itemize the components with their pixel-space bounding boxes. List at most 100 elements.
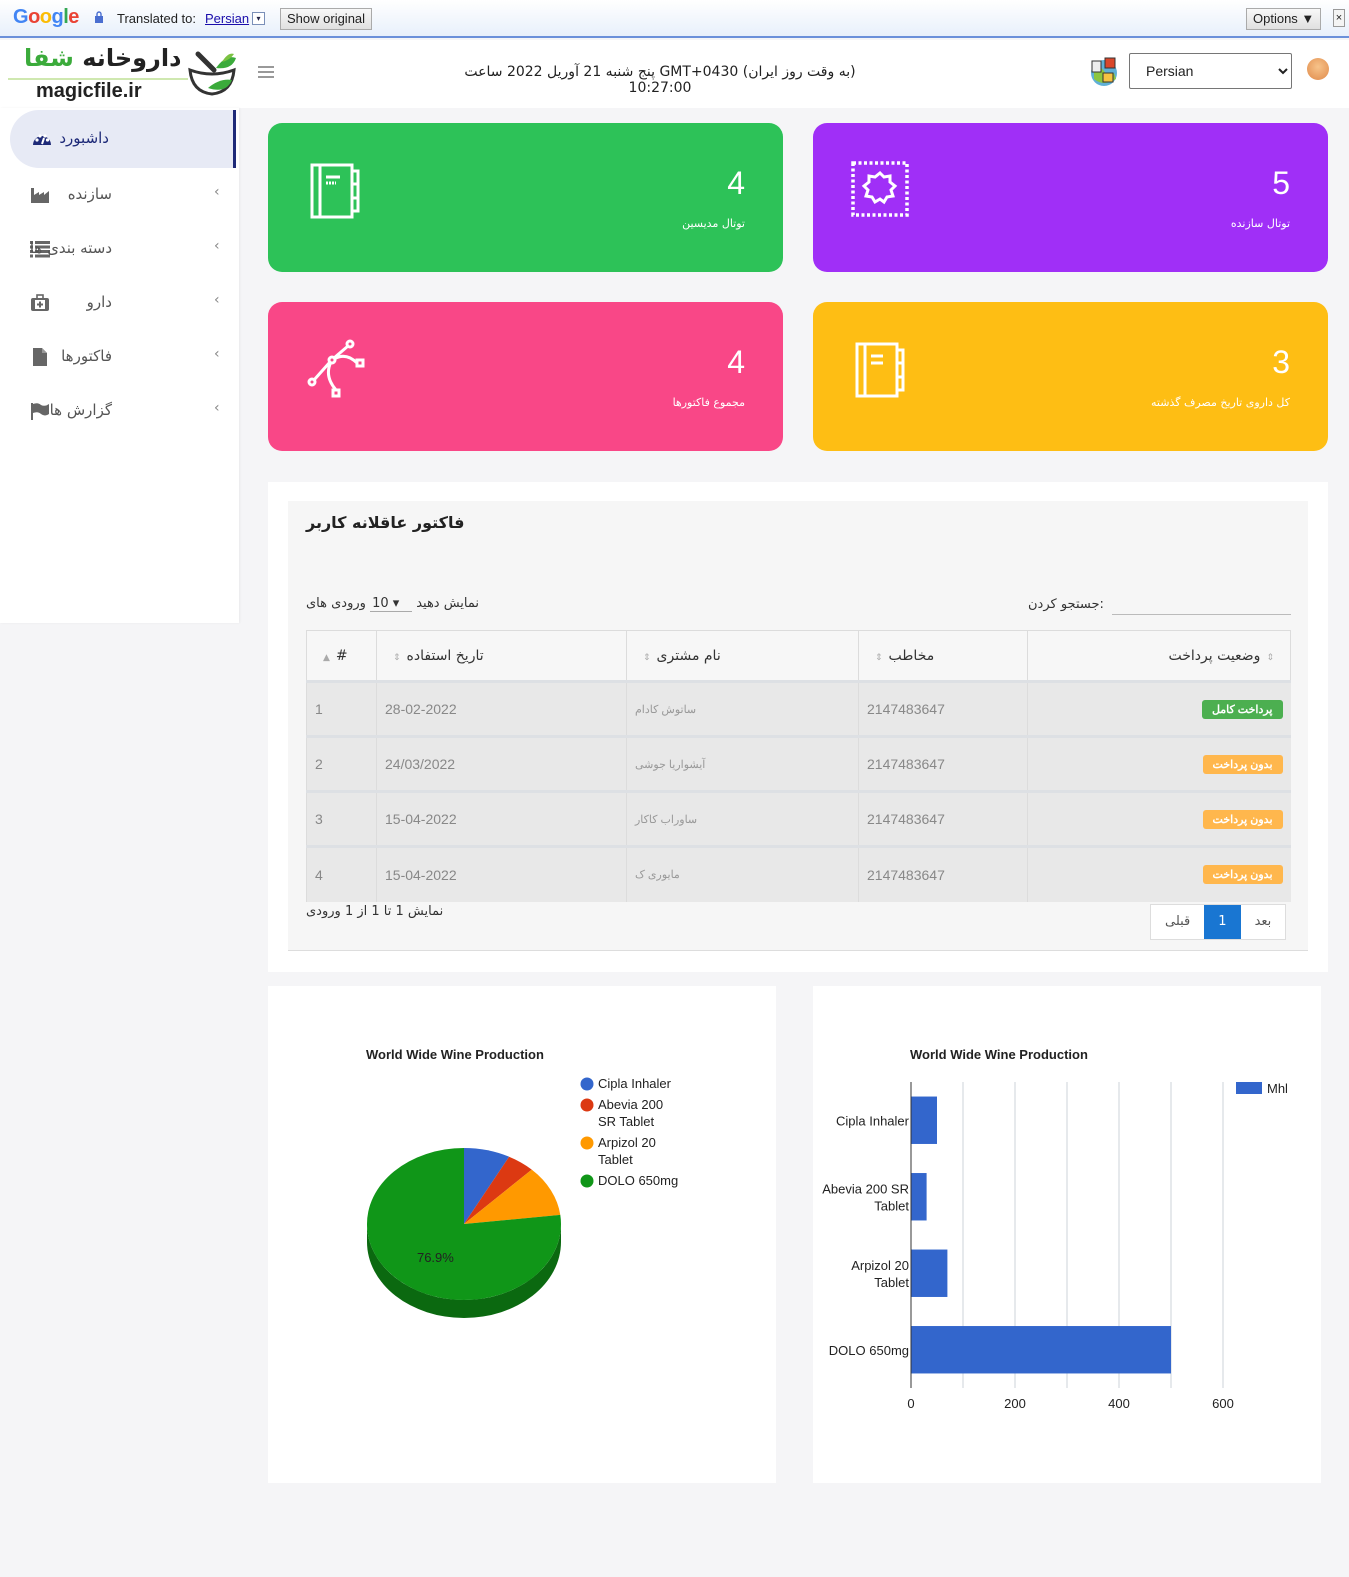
sidebar-item-label: گزارش ها <box>49 401 112 419</box>
sort-icon: ⇕ <box>393 652 401 663</box>
legend-label: Mhl <box>1267 1081 1288 1096</box>
sort-icon: ⇕ <box>1266 652 1274 663</box>
stat-card-total-medicines[interactable]: 4 توتال مدیسین <box>268 123 783 272</box>
user-avatar[interactable] <box>1307 58 1329 80</box>
chart-title: World Wide Wine Production <box>366 1047 544 1062</box>
sort-icon: ⇕ <box>643 652 651 663</box>
invoices-table: #▲ تاریخ استفاده⇕ نام مشتری⇕ مخاطب⇕ ⇕وضع… <box>306 630 1291 902</box>
stat-card-total-invoices[interactable]: 4 مجموع فاکتورها <box>268 302 783 451</box>
entries-length-select[interactable]: ▾ 10 <box>370 596 413 612</box>
stat-label: توتال سازنده <box>1230 217 1290 230</box>
x-tick-label: 600 <box>1212 1396 1234 1411</box>
menu-toggle-icon[interactable] <box>258 66 274 78</box>
cell-date: 28-02-2022 <box>376 680 627 737</box>
top-header: داروخانه شفا magicfile.ir (به وقت روز ای… <box>0 40 1349 108</box>
sidebar-item-dashboard[interactable]: داشبورد <box>10 110 236 168</box>
legend-swatch <box>580 1136 594 1150</box>
stat-label: کل داروی تاریخ مصرف گذشته <box>1151 396 1290 409</box>
sort-icon: ⇕ <box>875 652 883 663</box>
legend-label: Cipla Inhaler <box>598 1076 672 1091</box>
cell-customer: مایوری ک <box>626 845 859 902</box>
dashboard-icon <box>33 134 51 145</box>
cell-customer: ساتوش کادام <box>626 680 859 737</box>
site-logo[interactable]: داروخانه شفا magicfile.ir <box>4 42 240 106</box>
cell-customer: ساوراب کاکار <box>626 790 859 847</box>
status-badge: پرداخت کامل <box>1201 699 1283 719</box>
x-tick-label: 0 <box>907 1396 914 1411</box>
translate-language-dropdown[interactable]: ▾ <box>252 12 265 25</box>
sidebar-item-medicine[interactable]: دارو › <box>10 274 236 332</box>
stat-label: مجموع فاکتورها <box>672 396 745 409</box>
pagination-page-1[interactable]: 1 <box>1204 905 1241 939</box>
sidebar: داشبورد سازنده › دسته بندی ها › دارو › ف… <box>0 108 239 623</box>
entries-length-control: نمایش دهید ▾ 10 ورودی های <box>306 596 480 612</box>
legend-label: Tablet <box>598 1152 633 1167</box>
status-badge: بدون پرداخت <box>1202 865 1283 885</box>
sidebar-item-label: فاکتورها <box>61 347 112 365</box>
language-select[interactable]: Persian <box>1129 53 1292 89</box>
y-tick-label: Tablet <box>874 1275 909 1290</box>
legend-swatch <box>580 1174 594 1188</box>
cell-contact: 2147483647 <box>858 790 1028 847</box>
bar <box>911 1249 948 1297</box>
cell-date: 15-04-2022 <box>376 845 627 902</box>
table-row[interactable]: 1 28-02-2022 ساتوش کادام 2147483647 پرداخت ک… <box>306 680 1291 737</box>
invoices-panel: فاکتور عاقلانه کاربر نمایش دهید ▾ 10 ورو… <box>288 501 1308 951</box>
stat-card-expired-medicines[interactable]: 3 کل داروی تاریخ مصرف گذشته <box>813 302 1328 451</box>
cell-date: 15-04-2022 <box>376 790 627 847</box>
chevron-right-icon: › <box>214 238 220 254</box>
sort-asc-icon: ▲ <box>323 652 330 663</box>
search-input[interactable] <box>1112 595 1291 615</box>
column-header-customer[interactable]: نام مشتری⇕ <box>626 630 859 682</box>
sidebar-item-invoices[interactable]: فاکتورها › <box>10 328 236 386</box>
sidebar-item-categories[interactable]: دسته بندی ها › <box>10 220 236 278</box>
cell-status: بدون پرداخت <box>1027 735 1291 792</box>
column-header-status[interactable]: ⇕وضعیت پرداخت <box>1027 630 1291 682</box>
x-tick-label: 200 <box>1004 1396 1026 1411</box>
chevron-right-icon: › <box>214 400 220 416</box>
logo-site: magicfile.ir <box>36 80 142 102</box>
x-tick-label: 400 <box>1108 1396 1130 1411</box>
pagination-prev-button[interactable]: قبلی <box>1151 905 1204 939</box>
file-icon <box>33 348 47 366</box>
legend-swatch <box>580 1077 594 1091</box>
column-header-contact[interactable]: مخاطب⇕ <box>858 630 1028 682</box>
translate-language-link[interactable]: Persian <box>205 11 249 26</box>
sidebar-item-manufacturer[interactable]: سازنده › <box>10 166 236 224</box>
show-original-button[interactable]: Show original <box>280 8 373 30</box>
search-label: :جستجو کردن <box>1028 597 1104 612</box>
stat-card-total-manufacturers[interactable]: 5 توتال سازنده <box>813 123 1328 272</box>
table-row[interactable]: 2 24/03/2022 آیشواریا جوشی 2147483647 بدون پ… <box>306 735 1291 792</box>
sidebar-item-label: دارو <box>86 293 112 311</box>
status-badge: بدون پرداخت <box>1202 754 1283 774</box>
sidebar-item-reports[interactable]: گزارش ها › <box>10 382 236 440</box>
cell-contact: 2147483647 <box>858 735 1028 792</box>
chart-title: World Wide Wine Production <box>910 1047 1088 1062</box>
bar <box>911 1173 927 1221</box>
factory-icon <box>31 188 49 203</box>
bar <box>911 1096 937 1144</box>
legend-label: SR Tablet <box>598 1114 655 1129</box>
table-row[interactable]: 3 15-04-2022 ساوراب کاکار 2147483647 بدون پر… <box>306 790 1291 847</box>
cell-id: 2 <box>306 735 377 792</box>
vector-path-icon <box>307 339 365 398</box>
table-row[interactable]: 4 15-04-2022 مایوری ک 2147483647 بدون پرداخت <box>306 845 1291 902</box>
mortar-pestle-icon <box>188 51 236 96</box>
bar-chart: World Wide Wine Production 0 200 400 600 Cipl… <box>822 1047 1288 1411</box>
y-tick-label: DOLO 650mg <box>829 1343 909 1358</box>
sidebar-item-label: داشبورد <box>59 129 109 147</box>
translate-options-button[interactable]: Options ▼ <box>1246 8 1322 30</box>
language-globe-icon <box>1091 57 1117 86</box>
pagination-next-button[interactable]: بعد <box>1241 905 1286 939</box>
status-badge: بدون پرداخت <box>1202 809 1283 829</box>
google-logo: Google <box>13 6 79 28</box>
column-header-id[interactable]: #▲ <box>306 630 377 682</box>
column-header-date[interactable]: تاریخ استفاده⇕ <box>376 630 627 682</box>
pie-slice-label: 76.9% <box>417 1250 454 1265</box>
cell-status: بدون پرداخت <box>1027 845 1291 902</box>
chevron-right-icon: › <box>214 346 220 362</box>
close-translate-bar-button[interactable]: × <box>1333 9 1345 27</box>
legend-swatch <box>580 1098 594 1112</box>
cell-id: 3 <box>306 790 377 847</box>
y-tick-label: Cipla Inhaler <box>836 1113 910 1128</box>
